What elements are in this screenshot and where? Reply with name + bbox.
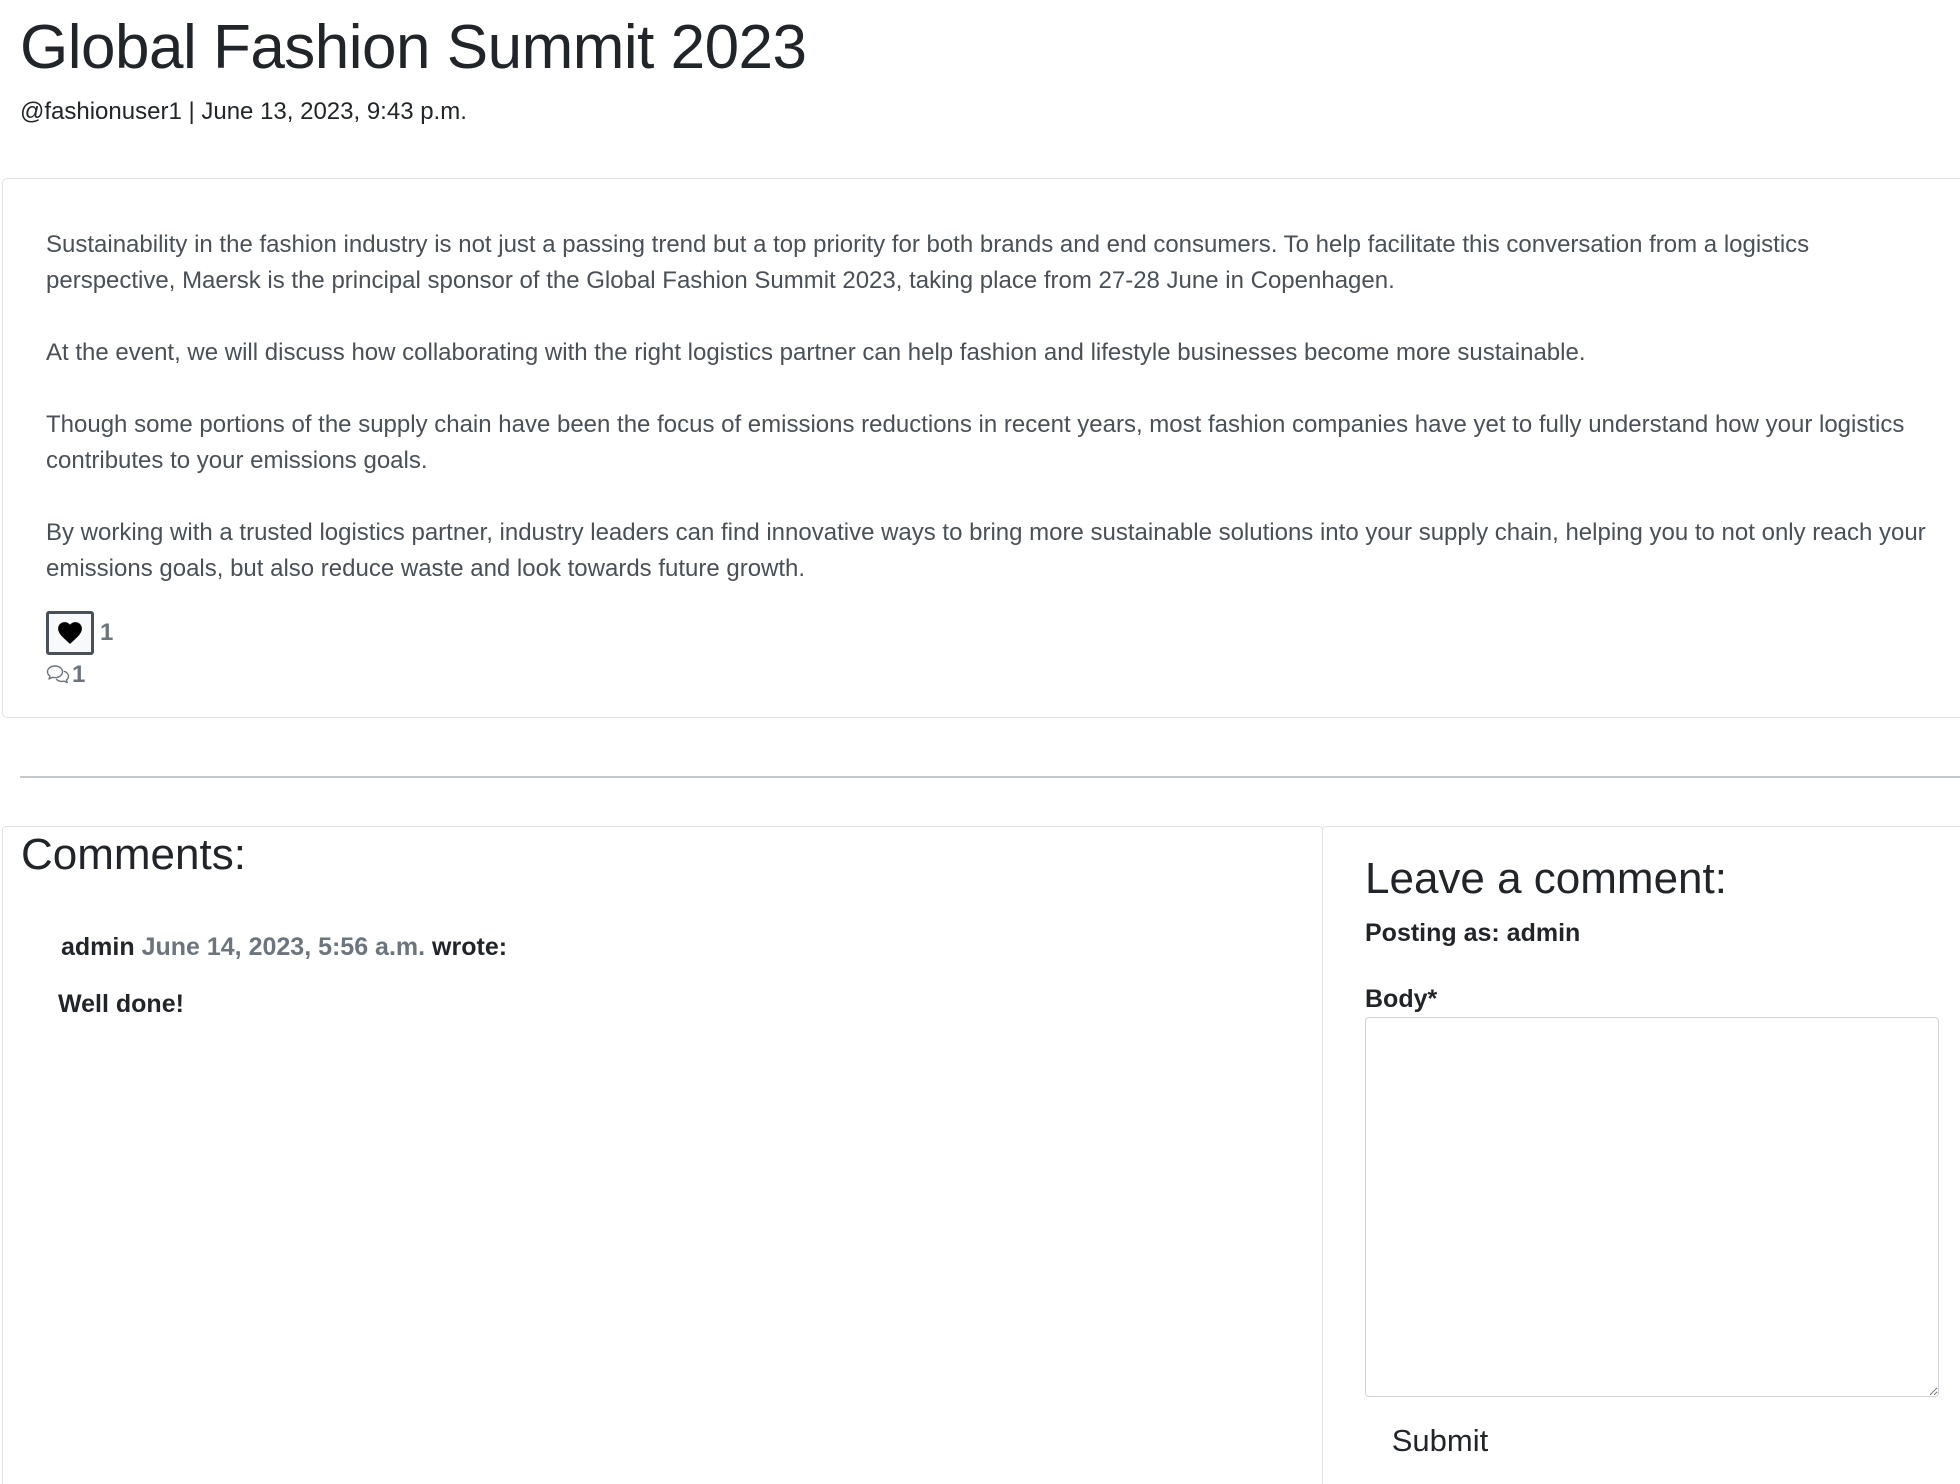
post-paragraph: Sustainability in the fashion industry i… [46, 231, 1810, 294]
heart-icon [58, 622, 82, 644]
post-paragraph: At the event, we will discuss how collab… [46, 339, 1586, 366]
post-paragraph: Though some portions of the supply chain… [46, 411, 1905, 474]
body-label: Body* [1365, 985, 1438, 1013]
comment-count: 1 [72, 661, 86, 688]
submit-button[interactable]: Submit [1365, 1413, 1515, 1469]
comment-date: June 14, 2023, 5:56 a.m. [141, 933, 426, 961]
posting-as: Posting as: admin [1365, 919, 1581, 947]
post-detail-page: Global Fashion Summit 2023 @fashionuser1… [0, 0, 1960, 1484]
comment-form-panel: Leave a comment: Posting as: admin Body*… [1322, 826, 1960, 1484]
comment-body: Well done! [58, 990, 184, 1018]
comment-wrote: wrote: [432, 933, 508, 961]
comments-heading: Comments: [21, 830, 246, 879]
comment-body-textarea[interactable] [1365, 1017, 1939, 1397]
post-meta: @fashionuser1 | June 13, 2023, 9:43 p.m. [20, 98, 467, 125]
post-body: Sustainability in the fashion industry i… [46, 227, 1926, 587]
chat-bubbles-icon [46, 665, 70, 684]
post-card: Sustainability in the fashion industry i… [2, 178, 1960, 718]
divider [20, 776, 1960, 778]
post-paragraph: By working with a trusted logistics part… [46, 519, 1926, 582]
form-heading: Leave a comment: [1365, 854, 1727, 903]
comment-header: admin June 14, 2023, 5:56 a.m. wrote: [61, 931, 507, 963]
comments-panel: Comments: admin June 14, 2023, 5:56 a.m.… [2, 826, 1323, 1484]
post-title: Global Fashion Summit 2023 [20, 13, 807, 82]
comment-author: admin [61, 933, 135, 961]
like-button[interactable] [46, 611, 94, 655]
like-row: 1 [46, 611, 113, 655]
comment-count-row: 1 [46, 661, 85, 689]
like-count: 1 [100, 619, 114, 646]
